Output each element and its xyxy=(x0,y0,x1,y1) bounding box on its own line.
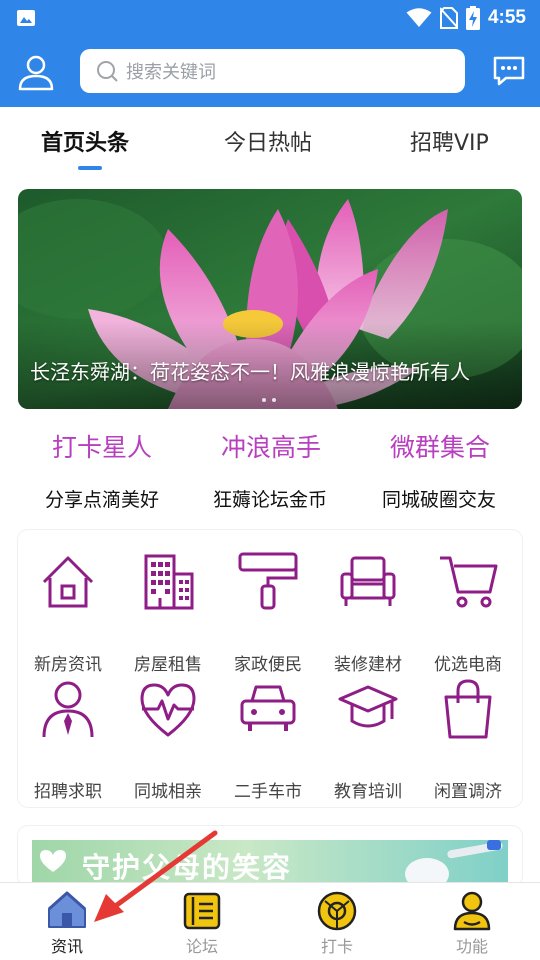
user-profile-icon[interactable] xyxy=(16,52,56,92)
graduation-cap-icon xyxy=(338,685,398,728)
service-label: 教育培训 xyxy=(334,782,402,802)
shopping-cart-icon xyxy=(440,556,498,608)
status-bar: 4:55 xyxy=(0,0,540,36)
paint-roller-icon xyxy=(238,552,298,610)
tab-bar: 首页头条 今日热帖 招聘VIP xyxy=(0,107,540,177)
service-used-cars[interactable]: 二手车市 xyxy=(218,679,318,802)
battery-charging-icon xyxy=(465,6,480,30)
message-icon[interactable] xyxy=(492,54,526,88)
toothbrush-illustration xyxy=(405,840,503,886)
tab-hot-posts[interactable]: 今日热帖 xyxy=(224,125,312,157)
heartbeat-icon xyxy=(140,683,196,737)
wifi-icon xyxy=(406,8,432,27)
service-housekeeping[interactable]: 家政便民 xyxy=(218,552,318,675)
house-icon xyxy=(42,556,94,608)
service-ecommerce[interactable]: 优选电商 xyxy=(418,552,518,675)
highlight-title-checkin[interactable]: 打卡星人 xyxy=(17,428,187,464)
service-label: 房屋租售 xyxy=(134,655,202,675)
nav-label: 论坛 xyxy=(185,937,218,956)
service-label: 同城相亲 xyxy=(134,782,202,802)
highlight-subtitle-wechat-groups: 同城破圈交友 xyxy=(381,489,496,511)
shopping-bag-icon xyxy=(444,679,492,739)
service-new-homes[interactable]: 新房资讯 xyxy=(18,552,118,675)
building-icon xyxy=(144,554,194,610)
banner-carousel[interactable]: 长泾东舜湖：荷花姿态不一！风雅浪漫惊艳所有人 xyxy=(18,189,522,409)
search-placeholder: 搜索关键词 xyxy=(126,62,216,83)
highlight-title-surfer[interactable]: 冲浪高手 xyxy=(186,428,356,464)
status-time: 4:55 xyxy=(487,7,526,28)
service-label: 二手车市 xyxy=(234,782,302,802)
tab-headlines[interactable]: 首页头条 xyxy=(41,125,129,157)
search-icon xyxy=(97,61,118,82)
service-label: 装修建材 xyxy=(334,655,402,675)
image-notification-icon xyxy=(17,10,35,26)
heart-icon xyxy=(40,850,66,872)
tab-active-indicator xyxy=(78,166,102,170)
highlight-title-wechat-groups[interactable]: 微群集合 xyxy=(355,428,525,464)
top-bar: 4:55 搜索关键词 xyxy=(0,0,540,107)
search-input[interactable]: 搜索关键词 xyxy=(80,49,465,93)
nav-label: 功能 xyxy=(455,937,488,956)
nav-checkin[interactable]: 打卡 xyxy=(277,883,397,960)
service-education[interactable]: 教育培训 xyxy=(318,679,418,802)
no-sim-icon xyxy=(439,7,458,29)
service-label: 招聘求职 xyxy=(34,782,102,802)
service-label: 家政便民 xyxy=(234,655,302,675)
service-decoration[interactable]: 装修建材 xyxy=(318,552,418,675)
service-jobs[interactable]: 招聘求职 xyxy=(18,679,118,802)
checkin-icon xyxy=(317,891,357,931)
banner-caption: 长泾东舜湖：荷花姿态不一！风雅浪漫惊艳所有人 xyxy=(30,360,470,384)
highlight-subtitle-checkin: 分享点滴美好 xyxy=(44,489,159,511)
nav-label: 打卡 xyxy=(320,937,353,956)
person-tie-icon xyxy=(42,681,94,738)
carousel-dot xyxy=(272,398,276,402)
service-grid: 新房资讯 房屋租售 家政便民 装修建材 优选电商 招聘求职 同城相亲 二手车市 … xyxy=(18,530,522,807)
service-second-hand[interactable]: 闲置调济 xyxy=(418,679,518,802)
service-rent-sale[interactable]: 房屋租售 xyxy=(118,552,218,675)
service-label: 优选电商 xyxy=(434,655,502,675)
nav-functions[interactable]: 功能 xyxy=(412,883,532,960)
service-label: 新房资讯 xyxy=(34,655,102,675)
carousel-dot xyxy=(262,398,266,402)
person-icon xyxy=(453,891,491,931)
pointer-arrow-annotation xyxy=(94,830,218,922)
car-icon xyxy=(240,685,296,731)
service-dating[interactable]: 同城相亲 xyxy=(118,679,218,802)
armchair-icon xyxy=(340,556,396,606)
service-label: 闲置调济 xyxy=(434,782,502,802)
nav-label: 资讯 xyxy=(50,937,83,956)
tab-jobs-vip[interactable]: 招聘VIP xyxy=(410,125,489,157)
carousel-dots xyxy=(262,398,276,402)
highlight-subtitle-surfer: 狂薅论坛金币 xyxy=(212,489,327,511)
